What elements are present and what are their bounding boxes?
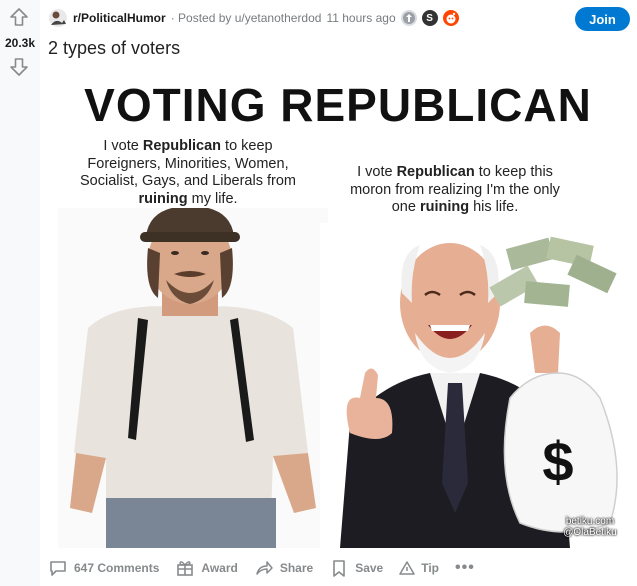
comment-icon [48, 558, 68, 578]
vote-count: 20.3k [4, 36, 36, 50]
share-arrow-icon [254, 558, 274, 578]
photo-man-in-cap [58, 208, 328, 548]
caption-bold: Republican [396, 164, 475, 180]
share-label: Share [279, 561, 314, 575]
post-title[interactable]: 2 types of voters [48, 38, 180, 59]
caption-text: I vote [357, 164, 397, 180]
vote-column: 20.3k [0, 0, 40, 586]
downvote-arrow-icon[interactable] [8, 56, 30, 78]
join-button[interactable]: Join [575, 7, 630, 31]
meme-left-caption: I vote Republican to keep Foreigners, Mi… [68, 138, 308, 208]
save-button[interactable]: Save [329, 558, 383, 578]
posted-by[interactable]: · Posted by u/yetanotherdod [171, 11, 322, 25]
comments-label: 647 Comments [74, 561, 160, 575]
caption-bold: Republican [142, 138, 222, 154]
subreddit-name[interactable]: r/PoliticalHumor [73, 11, 166, 25]
post-image[interactable]: VOTING REPUBLICAN I vote Republican to k… [58, 68, 628, 548]
more-options-icon[interactable]: ••• [455, 559, 475, 577]
caption-bold: ruining [419, 199, 470, 215]
watermark-line: betiku.com [565, 516, 615, 527]
bookmark-icon [329, 558, 349, 578]
gift-icon [175, 558, 195, 578]
meme-watermark: betiku.com @OlaBetiku [550, 516, 628, 538]
meme-headline: VOTING REPUBLICAN [84, 79, 592, 131]
share-button[interactable]: Share [254, 558, 313, 578]
upvote-arrow-icon[interactable] [8, 6, 30, 28]
post-time: 11 hours ago [326, 11, 396, 25]
caption-text: his life. [469, 199, 519, 215]
money-bag-dollar-sign: $ [542, 430, 573, 493]
comments-button[interactable]: 647 Comments [48, 558, 159, 578]
snoo-award-icon [442, 10, 459, 26]
tip-button[interactable]: Tip [399, 560, 439, 576]
watermark-line: @OlaBetiku [563, 527, 617, 538]
post-meta: r/PoliticalHumor · Posted by u/yetanothe… [48, 8, 459, 28]
subreddit-icon[interactable] [48, 8, 68, 28]
tip-triangle-icon [399, 560, 415, 576]
award-button[interactable]: Award [175, 558, 238, 578]
caption-text: my life. [187, 190, 238, 207]
award-icon [400, 10, 417, 26]
photo-man-with-money-bag: $ [320, 223, 628, 548]
silver-award-icon: S [421, 10, 438, 26]
tip-label: Tip [421, 561, 440, 575]
award-label: Award [201, 561, 238, 575]
meme-right-caption: I vote Republican to keep this moron fro… [340, 164, 570, 217]
caption-bold: ruining [138, 190, 188, 207]
save-label: Save [355, 561, 384, 575]
post-action-bar: 647 Comments Award Share Save Tip ••• [48, 552, 475, 584]
caption-text: I vote [103, 138, 143, 154]
